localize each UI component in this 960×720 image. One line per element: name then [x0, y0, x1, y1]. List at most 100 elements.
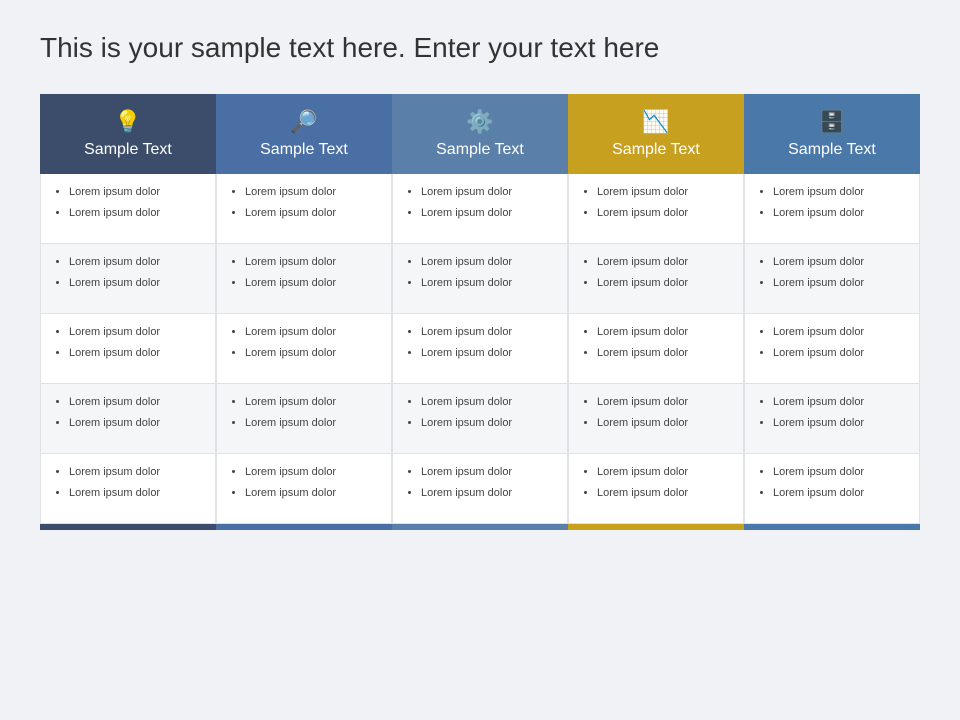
bottom-color-bar	[40, 524, 920, 530]
list-item: Lorem ipsum dolor	[69, 464, 203, 481]
list-item: Lorem ipsum dolor	[597, 415, 731, 432]
list-item: Lorem ipsum dolor	[421, 394, 555, 411]
list-item: Lorem ipsum dolor	[773, 205, 907, 222]
data-cell-r2-c4: Lorem ipsum dolor Lorem ipsum dolor	[568, 244, 744, 314]
list-item: Lorem ipsum dolor	[597, 485, 731, 502]
table-container: 💡Sample Text🔎Sample Text⚙️Sample Text📉Sa…	[40, 94, 920, 530]
list-item: Lorem ipsum dolor	[421, 324, 555, 341]
data-cell-r1-c4: Lorem ipsum dolor Lorem ipsum dolor	[568, 174, 744, 244]
list-item: Lorem ipsum dolor	[421, 275, 555, 292]
list-item: Lorem ipsum dolor	[421, 184, 555, 201]
list-item: Lorem ipsum dolor	[245, 415, 379, 432]
list-item: Lorem ipsum dolor	[597, 184, 731, 201]
data-cell-r3-c5: Lorem ipsum dolor Lorem ipsum dolor	[744, 314, 920, 384]
header-cell-4: 📉 Sample Text	[568, 94, 744, 174]
list-item: Lorem ipsum dolor	[69, 254, 203, 271]
bar-segment-5	[744, 524, 920, 530]
data-cell-r4-c3: Lorem ipsum dolor Lorem ipsum dolor	[392, 384, 568, 454]
list-item: Lorem ipsum dolor	[773, 324, 907, 341]
data-cell-r3-c3: Lorem ipsum dolor Lorem ipsum dolor	[392, 314, 568, 384]
database-icon: 🗄️	[818, 109, 845, 135]
data-cell-r5-c3: Lorem ipsum dolor Lorem ipsum dolor	[392, 454, 568, 524]
list-item: Lorem ipsum dolor	[773, 415, 907, 432]
bar-segment-4	[568, 524, 744, 530]
data-cell-r4-c2: Lorem ipsum dolor Lorem ipsum dolor	[216, 384, 392, 454]
table-row: Lorem ipsum dolor Lorem ipsum dolor Lorem …	[40, 314, 920, 384]
list-item: Lorem ipsum dolor	[69, 415, 203, 432]
header-label-1: Sample Text	[84, 141, 172, 159]
list-item: Lorem ipsum dolor	[597, 464, 731, 481]
header-label-4: Sample Text	[612, 141, 700, 159]
table-body: Lorem ipsum dolor Lorem ipsum dolor Lorem …	[40, 174, 920, 524]
data-cell-r2-c2: Lorem ipsum dolor Lorem ipsum dolor	[216, 244, 392, 314]
list-item: Lorem ipsum dolor	[421, 464, 555, 481]
list-item: Lorem ipsum dolor	[69, 345, 203, 362]
data-cell-r5-c4: Lorem ipsum dolor Lorem ipsum dolor	[568, 454, 744, 524]
data-cell-r5-c1: Lorem ipsum dolor Lorem ipsum dolor	[40, 454, 216, 524]
data-cell-r2-c3: Lorem ipsum dolor Lorem ipsum dolor	[392, 244, 568, 314]
chart-icon: 📉	[642, 109, 669, 135]
data-cell-r5-c5: Lorem ipsum dolor Lorem ipsum dolor	[744, 454, 920, 524]
data-cell-r5-c2: Lorem ipsum dolor Lorem ipsum dolor	[216, 454, 392, 524]
data-cell-r4-c1: Lorem ipsum dolor Lorem ipsum dolor	[40, 384, 216, 454]
list-item: Lorem ipsum dolor	[69, 205, 203, 222]
list-item: Lorem ipsum dolor	[245, 205, 379, 222]
list-item: Lorem ipsum dolor	[245, 464, 379, 481]
list-item: Lorem ipsum dolor	[773, 394, 907, 411]
list-item: Lorem ipsum dolor	[773, 345, 907, 362]
data-cell-r2-c5: Lorem ipsum dolorLorem ipsum dolor	[744, 244, 920, 314]
data-cell-r4-c5: Lorem ipsum dolor Lorem ipsum dolor	[744, 384, 920, 454]
list-item: Lorem ipsum dolor	[421, 485, 555, 502]
table-row: Lorem ipsum dolorLorem ipsum dolorLorem …	[40, 454, 920, 524]
list-item: Lorem ipsum dolor	[69, 324, 203, 341]
data-cell-r2-c1: Lorem ipsum dolor Lorem ipsum dolor	[40, 244, 216, 314]
list-item: Lorem ipsum dolor	[245, 324, 379, 341]
bulb-icon: 💡	[114, 109, 141, 135]
data-cell-r1-c1: Lorem ipsum dolor Lorem ipsum dolor	[40, 174, 216, 244]
list-item: Lorem ipsum dolor	[421, 415, 555, 432]
header-cell-5: 🗄️ Sample Text	[744, 94, 920, 174]
list-item: Lorem ipsum dolor	[773, 485, 907, 502]
header-cell-1: 💡 Sample Text	[40, 94, 216, 174]
list-item: Lorem ipsum dolor	[245, 485, 379, 502]
list-item: Lorem ipsum dolor	[597, 205, 731, 222]
list-item: Lorem ipsum dolor	[245, 254, 379, 271]
list-item: Lorem ipsum dolor	[69, 184, 203, 201]
list-item: Lorem ipsum dolor	[773, 275, 907, 292]
list-item: Lorem ipsum dolor	[69, 394, 203, 411]
list-item: Lorem ipsum dolor	[597, 345, 731, 362]
data-cell-r1-c2: Lorem ipsum dolor Lorem ipsum dolor	[216, 174, 392, 244]
list-item: Lorem ipsum dolor	[245, 345, 379, 362]
list-item: Lorem ipsum dolor	[245, 275, 379, 292]
data-cell-r3-c4: Lorem ipsum dolorLorem ipsum dolor	[568, 314, 744, 384]
list-item: Lorem ipsum dolor	[245, 184, 379, 201]
table-row: Lorem ipsum dolor Lorem ipsum dolor Lorem …	[40, 174, 920, 244]
table-row: Lorem ipsum dolorLorem ipsum dolorLorem …	[40, 384, 920, 454]
list-item: Lorem ipsum dolor	[597, 394, 731, 411]
bar-segment-2	[216, 524, 392, 530]
list-item: Lorem ipsum dolor	[597, 254, 731, 271]
data-cell-r1-c3: Lorem ipsum dolor Lorem ipsum dolor	[392, 174, 568, 244]
header-cell-2: 🔎Sample Text	[216, 94, 392, 174]
page-title: This is your sample text here. Enter you…	[40, 30, 920, 66]
header-cell-3: ⚙️ Sample Text	[392, 94, 568, 174]
data-cell-r1-c5: Lorem ipsum dolorLorem ipsum dolor	[744, 174, 920, 244]
list-item: Lorem ipsum dolor	[421, 345, 555, 362]
list-item: Lorem ipsum dolor	[69, 485, 203, 502]
data-cell-r3-c2: Lorem ipsum dolor Lorem ipsum dolor	[216, 314, 392, 384]
data-cell-r3-c1: Lorem ipsum dolor Lorem ipsum dolor	[40, 314, 216, 384]
list-item: Lorem ipsum dolor	[421, 254, 555, 271]
list-item: Lorem ipsum dolor	[245, 394, 379, 411]
list-item: Lorem ipsum dolor	[597, 275, 731, 292]
header-label-5: Sample Text	[788, 141, 876, 159]
bar-segment-3	[392, 524, 568, 530]
header-label-3: Sample Text	[436, 141, 524, 159]
header-label-2: Sample Text	[260, 141, 348, 159]
table-row: Lorem ipsum dolor Lorem ipsum dolor Lorem …	[40, 244, 920, 314]
data-cell-r4-c4: Lorem ipsum dolor Lorem ipsum dolor	[568, 384, 744, 454]
list-item: Lorem ipsum dolor	[69, 275, 203, 292]
list-item: Lorem ipsum dolor	[773, 464, 907, 481]
list-item: Lorem ipsum dolor	[421, 205, 555, 222]
bar-segment-1	[40, 524, 216, 530]
gear-icon: ⚙️	[466, 109, 493, 135]
